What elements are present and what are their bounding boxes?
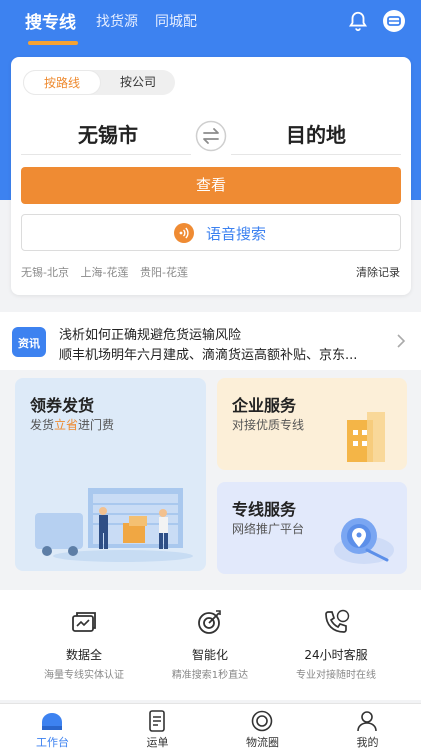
nav-waybill[interactable]: 运单 <box>105 704 210 750</box>
origin-city[interactable]: 无锡市 <box>33 119 183 148</box>
target-icon <box>198 610 221 634</box>
bell-icon[interactable] <box>347 10 369 32</box>
enterprise-service-card[interactable]: 企业服务 对接优质专线 <box>217 378 407 470</box>
voice-search-button[interactable]: 语音搜索 <box>21 214 401 251</box>
nav-profile[interactable]: 我的 <box>315 704 420 750</box>
search-mode-toggle: 按路线 按公司 <box>23 70 175 95</box>
nav-workbench[interactable]: 工作台 <box>0 704 105 750</box>
voice-icon <box>174 223 194 243</box>
news-banner[interactable]: 资讯 浅析如何正确规避危货运输风险 顺丰机场明年六月建成、滴滴货运高额补贴、京东… <box>0 312 421 370</box>
features-section: 数据全 海量专线实体认证 智能化 精准搜索1秒直达 24小时客服 专业对接随时在… <box>0 590 421 700</box>
circle-icon <box>251 710 273 732</box>
building-icon <box>347 412 385 462</box>
origin-underline <box>21 154 191 155</box>
history-item[interactable]: 上海-花莲 <box>80 266 128 279</box>
feature-subtitle: 专业对接随时在线 <box>296 670 376 681</box>
history-item[interactable]: 贵阳-花莲 <box>140 266 188 279</box>
coupon-card-subtitle: 发货立省进门费 <box>30 418 115 432</box>
tab-find-cargo[interactable]: 找货源 <box>96 11 138 31</box>
mode-by-route[interactable]: 按路线 <box>23 70 101 95</box>
tab-search-line[interactable]: 搜专线 <box>25 8 76 33</box>
search-card: 按路线 按公司 无锡市 目的地 查看 语音搜索 无锡-北京 上海-花莲 贵阳-花… <box>11 57 411 295</box>
voice-search-label: 语音搜索 <box>206 225 267 243</box>
user-icon <box>357 711 377 732</box>
destination-underline <box>231 154 401 155</box>
map-pin-icon <box>334 518 394 564</box>
history-item[interactable]: 无锡-北京 <box>21 266 69 279</box>
nav-logistics-circle[interactable]: 物流圈 <box>210 704 315 750</box>
view-button[interactable]: 查看 <box>21 167 401 204</box>
line-card-title: 专线服务 <box>232 500 297 519</box>
bottom-navigation: 工作台 运单 物流圈 我的 <box>0 703 421 750</box>
nav-label: 运单 <box>146 736 169 749</box>
message-icon[interactable] <box>381 8 407 34</box>
tab-city-delivery[interactable]: 同城配 <box>155 11 197 31</box>
news-badge-label: 资讯 <box>18 336 40 350</box>
data-icon <box>72 612 96 632</box>
enterprise-card-subtitle: 对接优质专线 <box>232 418 305 432</box>
delivery-illustration <box>35 488 193 562</box>
news-headline-2[interactable]: 顺丰机场明年六月建成、滴滴货运高额补贴、京东... <box>59 344 357 363</box>
line-card-subtitle: 网络推广平台 <box>232 522 305 536</box>
nav-label: 我的 <box>356 736 379 749</box>
top-bar: 搜专线 找货源 同城配 <box>0 0 421 46</box>
swap-icon[interactable] <box>195 120 227 152</box>
chevron-right-icon <box>397 334 406 348</box>
nav-label: 物流圈 <box>246 736 279 749</box>
coupon-card-title: 领券发货 <box>30 396 95 415</box>
active-tab-indicator <box>28 41 78 45</box>
workbench-icon <box>42 713 62 730</box>
enterprise-card-title: 企业服务 <box>232 396 297 415</box>
clear-history-button[interactable]: 清除记录 <box>356 264 400 280</box>
coupon-card[interactable]: 领券发货 发货立省进门费 <box>15 378 206 571</box>
feature-title: 智能化 <box>191 648 228 662</box>
news-headline-1[interactable]: 浅析如何正确规避危货运输风险 <box>59 324 241 343</box>
news-badge-icon: 资讯 <box>12 327 46 357</box>
phone-icon <box>325 609 350 633</box>
destination-city[interactable]: 目的地 <box>241 119 391 148</box>
feature-title: 24小时客服 <box>304 648 368 662</box>
feature-subtitle: 精准搜索1秒直达 <box>171 670 249 681</box>
search-history: 无锡-北京 上海-花莲 贵阳-花莲 <box>21 264 196 280</box>
feature-subtitle: 海量专线实体认证 <box>44 670 124 681</box>
feature-title: 数据全 <box>65 648 102 662</box>
nav-label: 工作台 <box>36 736 69 749</box>
mode-by-company[interactable]: 按公司 <box>101 70 175 95</box>
waybill-icon <box>149 710 165 732</box>
line-service-card[interactable]: 专线服务 网络推广平台 <box>217 482 407 574</box>
